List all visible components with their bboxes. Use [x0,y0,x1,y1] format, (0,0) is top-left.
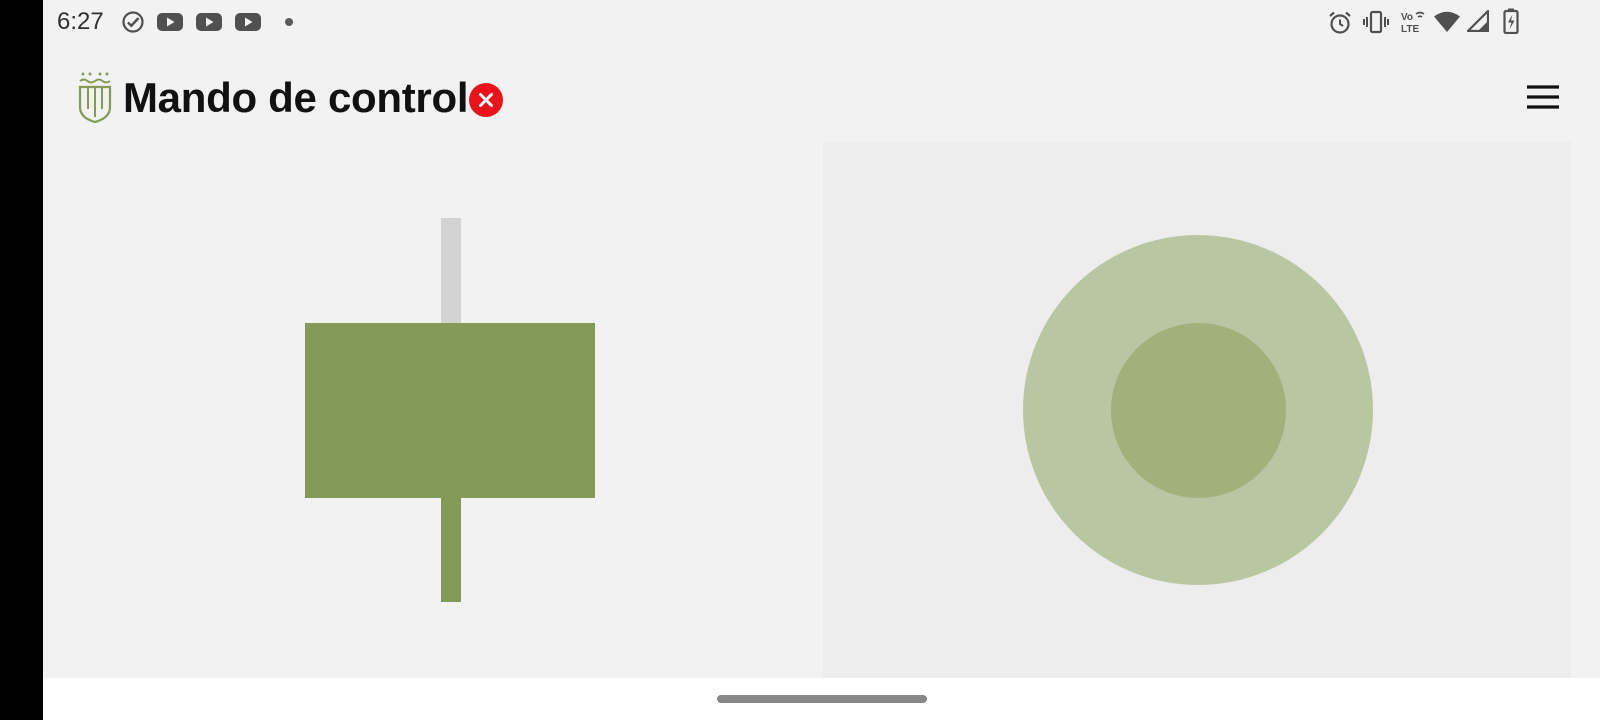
crown-shield-logo [77,70,113,131]
volte-label: Vo [1401,12,1413,23]
joystick-knob[interactable] [1111,323,1286,498]
youtube-icon [234,11,262,38]
hamburger-menu-icon[interactable] [1526,84,1566,118]
vibrate-icon [1363,10,1389,39]
youtube-icon [156,11,184,38]
notification-dot-icon [285,18,293,26]
youtube-icon [195,11,223,38]
wifi-icon [1433,11,1461,38]
status-time: 6:27 [57,8,104,35]
check-circle-icon [121,10,145,39]
volte-icon: Vo LTE [1400,9,1428,40]
app-header: Mando de control [43,62,1600,142]
signal-icon [1466,9,1490,37]
alarm-icon [1327,10,1353,41]
throttle-slider-handle[interactable] [305,322,595,498]
joystick-base[interactable] [1023,235,1373,585]
joystick-control-area [823,142,1571,678]
home-gesture-bar[interactable] [717,695,927,703]
device-bezel [0,0,43,720]
battery-charging-icon [1503,8,1519,39]
close-icon[interactable] [468,82,504,123]
status-bar: 6:27 Vo LTE [43,0,1600,44]
app-screen: 6:27 Vo LTE Mando de control [43,0,1600,678]
lte-label: LTE [1401,24,1419,35]
page-title: Mando de control [123,74,469,121]
throttle-control-area [43,142,823,678]
